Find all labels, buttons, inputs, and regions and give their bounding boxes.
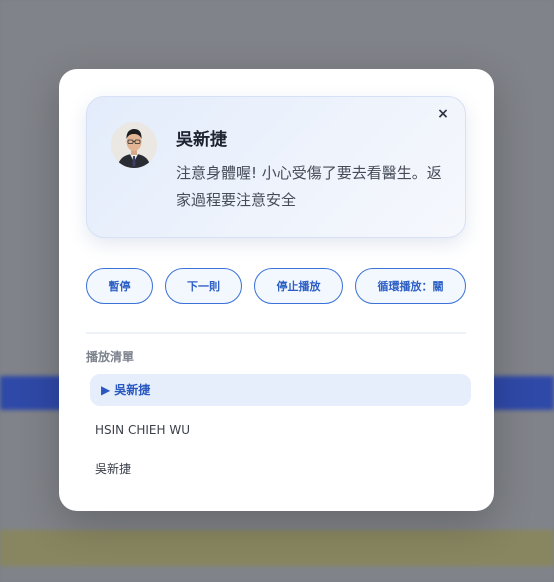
playlist-item-label: 吳新捷 bbox=[114, 383, 151, 397]
sender-name: 吳新捷 bbox=[176, 130, 227, 150]
divider bbox=[86, 332, 466, 334]
notification-modal: × 吳新捷 注意身體喔! 小心受傷了要去看醫生。返家過程要注意安全 暫停 下一則… bbox=[59, 69, 494, 511]
close-icon[interactable]: × bbox=[433, 104, 453, 124]
background-footer-band bbox=[0, 530, 554, 566]
playlist-title: 播放清單 bbox=[86, 350, 135, 364]
pause-button[interactable]: 暫停 bbox=[86, 268, 153, 304]
notification-message: 注意身體喔! 小心受傷了要去看醫生。返家過程要注意安全 bbox=[176, 164, 442, 209]
next-button[interactable]: 下一則 bbox=[165, 268, 242, 304]
play-icon: ▶ bbox=[101, 383, 111, 397]
avatar bbox=[111, 122, 157, 168]
playlist-item[interactable]: 吳新捷 bbox=[90, 453, 471, 485]
playlist-item-label: HSIN CHIEH WU bbox=[95, 423, 190, 437]
avatar-portrait bbox=[111, 122, 157, 168]
playback-controls: 暫停 下一則 停止播放 循環播放：關 bbox=[86, 268, 468, 306]
playlist-item-active[interactable]: ▶ 吳新捷 bbox=[90, 374, 471, 406]
playlist-item-label: 吳新捷 bbox=[95, 462, 132, 476]
loop-toggle-button[interactable]: 循環播放：關 bbox=[355, 268, 466, 304]
stop-playback-button[interactable]: 停止播放 bbox=[254, 268, 343, 304]
notification-card: × 吳新捷 注意身體喔! 小心受傷了要去看醫生。返家過程要注意安全 bbox=[86, 96, 466, 238]
background-header-text bbox=[0, 0, 554, 18]
playlist-item[interactable]: HSIN CHIEH WU bbox=[90, 414, 471, 446]
